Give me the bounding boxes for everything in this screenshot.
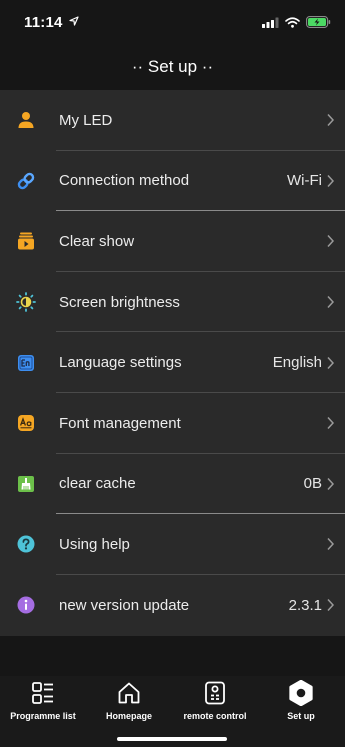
broom-icon [16, 474, 36, 494]
settings-item-value: 2.3.1 [288, 596, 322, 614]
home-indicator [117, 737, 227, 741]
nav-bar: ·· Set up ·· [0, 44, 345, 90]
help-icon [16, 534, 36, 554]
settings-item-label: Using help [59, 535, 130, 553]
battery-charging-icon [306, 16, 331, 28]
settings-item-font-management[interactable]: Font management [0, 393, 345, 454]
tab-label: Homepage [105, 711, 152, 721]
settings-item-label: Font management [59, 414, 181, 432]
info-icon [16, 595, 36, 615]
settings-item-label: Clear show [59, 232, 135, 250]
user-icon [16, 110, 36, 130]
settings-item-label: clear cache [59, 475, 136, 493]
tab-set-up[interactable]: Set up [258, 676, 344, 732]
chevron-right-icon [327, 114, 335, 127]
language-icon [16, 353, 36, 373]
settings-item-label: Language settings [59, 354, 182, 372]
settings-item-clear-cache[interactable]: clear cache 0B [0, 454, 345, 515]
tab-homepage[interactable]: Homepage [86, 676, 172, 732]
chevron-right-icon [327, 417, 335, 430]
page-title: ·· Set up ·· [131, 57, 214, 76]
wifi-icon [285, 16, 300, 28]
settings-item-clear-show[interactable]: Clear show [0, 211, 345, 272]
settings-item-value: 0B [303, 475, 322, 493]
settings-item-value: Wi-Fi [287, 172, 322, 190]
settings-item-connection-method[interactable]: Connection method Wi-Fi [0, 151, 345, 212]
chevron-right-icon [327, 235, 335, 248]
settings-item-label: Screen brightness [59, 293, 180, 311]
chevron-right-icon [327, 296, 335, 309]
settings-item-language-settings[interactable]: Language settings English [0, 332, 345, 393]
settings-item-new-version-update[interactable]: new version update 2.3.1 [0, 575, 345, 636]
settings-item-label: Connection method [59, 172, 190, 190]
status-time: 11:14 [24, 14, 79, 31]
list-bottom-spacer [0, 636, 345, 676]
chevron-right-icon [327, 356, 335, 369]
chevron-right-icon [327, 174, 335, 187]
status-icons [262, 15, 331, 29]
tab-label: Set up [287, 711, 315, 721]
settings-item-screen-brightness[interactable]: Screen brightness [0, 272, 345, 333]
remote-icon [202, 680, 228, 706]
tab-remote-control[interactable]: remote control [172, 676, 258, 732]
settings-list: My LED Connection method Wi-Fi Clear sho… [0, 90, 345, 636]
settings-item-label: new version update [59, 596, 190, 614]
tab-label: Programme list [10, 711, 76, 721]
font-icon [16, 413, 36, 433]
settings-item-value: English [272, 354, 322, 372]
link-icon [16, 171, 36, 191]
settings-item-label: My LED [59, 111, 113, 129]
location-arrow-icon [69, 16, 79, 26]
brightness-icon [16, 292, 36, 312]
home-icon [116, 680, 142, 706]
settings-item-using-help[interactable]: Using help [0, 514, 345, 575]
settings-item-my-led[interactable]: My LED [0, 90, 345, 151]
chevron-right-icon [327, 599, 335, 612]
chevron-right-icon [327, 477, 335, 490]
play-box-icon [16, 231, 36, 251]
status-bar: 11:14 [0, 0, 345, 44]
status-time-text: 11:14 [24, 14, 63, 31]
settings-gear-icon [288, 680, 314, 706]
tab-label: remote control [183, 711, 247, 721]
chevron-right-icon [327, 538, 335, 551]
cellular-signal-icon [262, 17, 279, 28]
tab-programme-list[interactable]: Programme list [0, 676, 86, 732]
grid-list-icon [30, 680, 56, 706]
